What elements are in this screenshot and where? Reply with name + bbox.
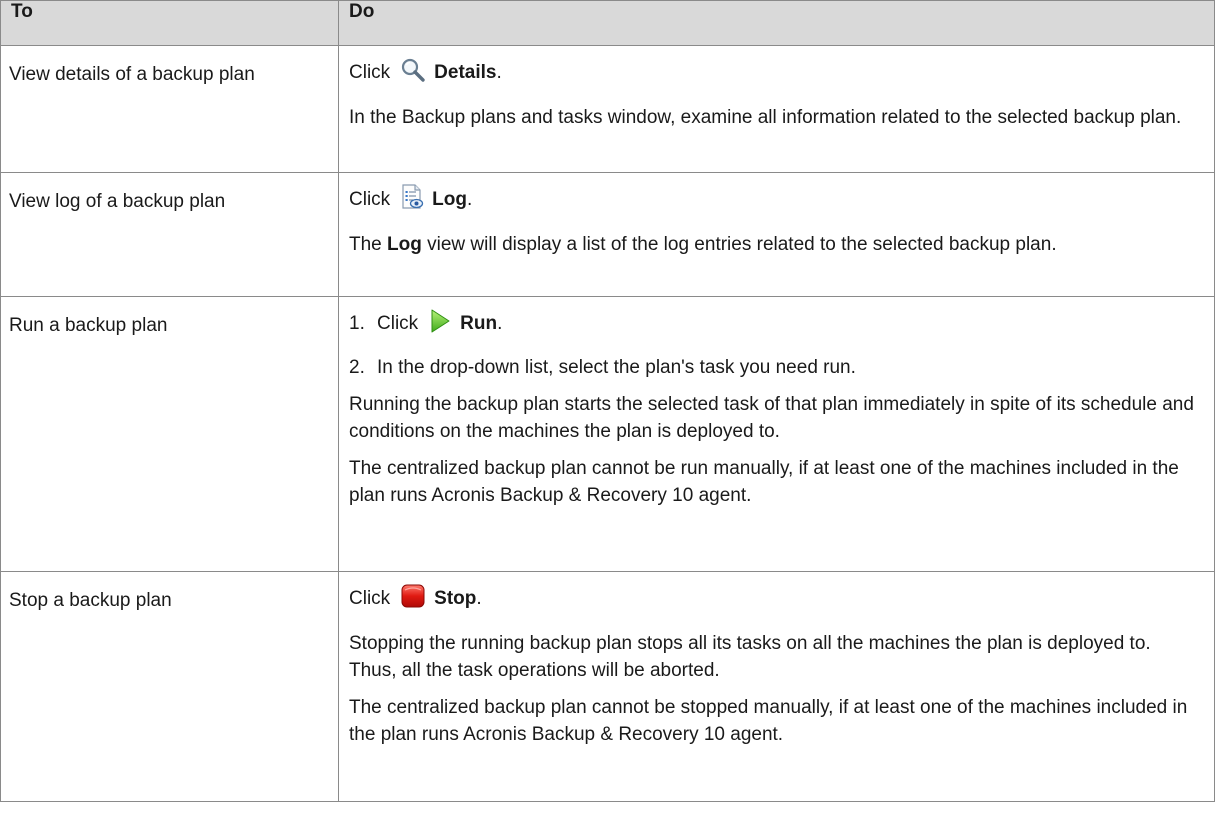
click-text: Click (377, 313, 419, 334)
log-view-name: Log (387, 234, 422, 255)
table-row: Run a backup plan 1. Click Run . 2. In t… (0, 296, 1215, 572)
play-icon[interactable] (428, 308, 452, 340)
click-text: Click (349, 62, 391, 83)
row-paragraph: The centralized backup plan cannot be ru… (349, 458, 1179, 506)
period: . (496, 62, 502, 83)
table-row: View details of a backup plan Click Deta… (0, 45, 1215, 173)
period: . (476, 588, 482, 609)
action-line: Click Details. (349, 52, 1202, 94)
row-do-cell: Click Details. In the Backup plans and t… (338, 45, 1215, 173)
table-header-row: To Do (0, 0, 1215, 46)
row-do-cell: 1. Click Run. 2. In the drop-down list, … (338, 296, 1215, 572)
click-text: Click (349, 189, 391, 210)
row-paragraph: Stopping the running backup plan stops a… (349, 633, 1151, 681)
row-do-cell: Click (338, 571, 1215, 802)
row-to-cell: Stop a backup plan (0, 571, 339, 802)
header-do: Do (338, 0, 1215, 46)
table-row: View log of a backup plan Click Log . Th… (0, 172, 1215, 297)
row-to-text: View details of a backup plan (9, 64, 255, 85)
step-text: In the drop-down list, select the plan's… (377, 357, 856, 378)
stop-action-label[interactable]: Stop (434, 588, 476, 610)
step-2: 2. In the drop-down list, select the plan… (349, 345, 1202, 381)
action-line: Click (349, 578, 1202, 620)
details-action-label[interactable]: Details (434, 62, 496, 84)
table-row: Stop a backup plan Click Stop . Stopping… (0, 571, 1215, 802)
period: . (497, 313, 503, 334)
row-paragraph: The Log view will display a list of the … (349, 221, 1202, 264)
row-to-text: Run a backup plan (9, 315, 168, 336)
row-to-cell: View log of a backup plan (0, 172, 339, 297)
row-to-text: View log of a backup plan (9, 191, 226, 212)
row-do-cell: Click (338, 172, 1215, 297)
para-prefix: The (349, 234, 382, 255)
row-paragraph: The centralized backup plan cannot be st… (349, 697, 1188, 745)
run-action-label[interactable]: Run (460, 313, 497, 335)
stop-icon[interactable] (400, 583, 426, 615)
step-number: 1. (349, 313, 365, 334)
actions-table: To Do View details of a backup plan Clic… (0, 0, 1215, 802)
step-1: 1. Click Run. (349, 303, 1202, 345)
para-rest: view will display a list of the log entr… (421, 234, 1057, 255)
step-number: 2. (349, 357, 365, 378)
row-to-text: Stop a backup plan (9, 590, 172, 611)
row-paragraph: In the Backup plans and tasks window, ex… (349, 107, 1182, 128)
click-text: Click (349, 588, 391, 609)
magnifier-icon[interactable] (400, 57, 426, 89)
row-to-cell: Run a backup plan (0, 296, 339, 572)
action-line: Click (349, 179, 1202, 221)
row-paragraph: Running the backup plan starts the selec… (349, 394, 1194, 442)
row-to-cell: View details of a backup plan (0, 45, 339, 173)
log-document-icon[interactable] (400, 184, 424, 216)
period: . (467, 189, 473, 210)
header-to: To (0, 0, 339, 46)
log-action-label[interactable]: Log (432, 189, 467, 211)
